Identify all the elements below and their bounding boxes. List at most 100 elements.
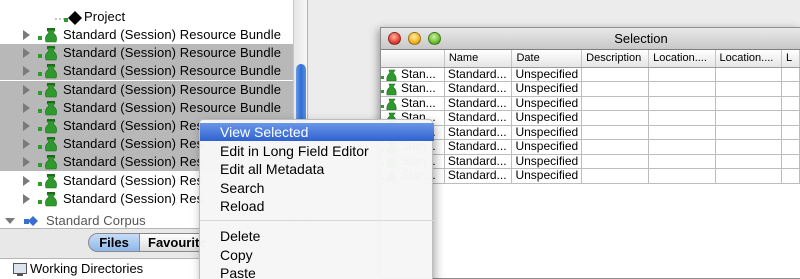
- tree-row-project[interactable]: Project: [0, 8, 293, 26]
- tree-row-label: Standard (Session) Res: [63, 154, 204, 170]
- cell-location-1: [648, 81, 716, 97]
- cell-description: [581, 96, 650, 111]
- tree-row-label: Standard (Session) Resource Bundle: [63, 27, 282, 42]
- disclosure-triangle-icon[interactable]: [23, 157, 30, 168]
- cell-location-1: [648, 154, 716, 169]
- column-header-description[interactable]: Description: [581, 50, 650, 68]
- column-header-type[interactable]: [381, 50, 445, 68]
- cell-name: Standard...: [444, 67, 513, 82]
- resource-bundle-icon: [381, 69, 397, 81]
- cell-description: [581, 81, 650, 97]
- tree-row-bundle[interactable]: Standard (Session) Resource Bundle: [0, 26, 293, 44]
- cell-description: [581, 67, 650, 82]
- disclosure-triangle-icon[interactable]: [23, 48, 30, 59]
- computer-icon: [13, 263, 27, 276]
- project-label: Project: [84, 9, 126, 24]
- resource-bundle-icon: [38, 64, 57, 79]
- resource-bundle-icon: [38, 119, 57, 134]
- cell-name: Standard...: [444, 168, 513, 184]
- menu-item-view-selected[interactable]: View Selected: [200, 123, 434, 141]
- menu-item-edit-long-field[interactable]: Edit in Long Field Editor: [200, 142, 434, 160]
- disclosure-triangle-icon[interactable]: [23, 139, 30, 150]
- project-icon: [55, 11, 82, 25]
- cell-date: Unspecified: [511, 168, 583, 184]
- cell-description: [581, 125, 650, 140]
- cell-location-1: [648, 168, 716, 184]
- cell-name: Standard...: [444, 125, 513, 140]
- cell-type: Stan...: [381, 96, 445, 111]
- cell-date: Unspecified: [511, 67, 583, 82]
- resource-bundle-icon: [38, 191, 57, 207]
- menu-item-delete[interactable]: Delete: [200, 227, 434, 245]
- cell-location-1: [648, 96, 716, 111]
- tree-row-label: Standard (Session) Resource Bundle: [63, 63, 282, 79]
- selection-table[interactable]: Name Date Description Location.... Locat…: [381, 50, 800, 184]
- disclosure-triangle-icon[interactable]: [23, 193, 30, 204]
- corpus-icon: [24, 216, 38, 226]
- disclosure-triangle-icon[interactable]: [23, 102, 30, 113]
- disclosure-triangle-icon[interactable]: [23, 121, 30, 131]
- tree-row-label: Standard (Session) Resource Bundle: [63, 45, 282, 61]
- resource-bundle-icon: [38, 137, 57, 152]
- menu-item-paste[interactable]: Paste: [200, 264, 434, 279]
- tree-row-bundle[interactable]: Standard (Session) Resource Bundle: [0, 44, 293, 63]
- window-titlebar[interactable]: Selection: [381, 28, 800, 50]
- tree-row-bundle[interactable]: Standard (Session) Resource Bundle: [0, 80, 293, 99]
- cell-more: [781, 168, 800, 184]
- chevron-down-icon[interactable]: [5, 218, 15, 224]
- cell-location-1: [648, 67, 716, 82]
- tree-row-label: Standard (Session) Resource Bundle: [63, 99, 282, 115]
- disclosure-triangle-icon[interactable]: [23, 30, 30, 40]
- menu-item-edit-all-metadata[interactable]: Edit all Metadata: [200, 160, 434, 178]
- tree-row-label: Standard (Session) Res: [63, 136, 204, 152]
- selection-window[interactable]: Selection Name Date Description Location…: [380, 27, 800, 279]
- cell-location-2: [715, 67, 782, 82]
- column-header-location-2[interactable]: Location....: [715, 50, 782, 68]
- column-header-more[interactable]: L: [781, 50, 800, 68]
- cell-location-2: [715, 154, 782, 169]
- cell-location-2: [715, 125, 782, 140]
- cell-location-2: [715, 110, 782, 126]
- cell-description: [581, 168, 650, 184]
- cell-name: Standard...: [444, 81, 513, 97]
- resource-bundle-icon: [381, 83, 397, 96]
- tree-row-bundle[interactable]: Standard (Session) Resource Bundle: [0, 62, 293, 81]
- menu-item-reload[interactable]: Reload: [200, 197, 434, 215]
- cell-name: Standard...: [444, 154, 513, 169]
- cell-type-text: Stan...: [401, 81, 436, 96]
- cell-name: Standard...: [444, 139, 513, 155]
- column-header-name[interactable]: Name: [444, 50, 513, 68]
- cell-location-2: [715, 96, 782, 111]
- cell-location-2: [715, 168, 782, 184]
- menu-item-copy[interactable]: Copy: [200, 246, 434, 264]
- cell-name: Standard...: [444, 110, 513, 126]
- menu-item-search[interactable]: Search: [200, 179, 434, 197]
- cell-description: [581, 110, 650, 126]
- tab-files[interactable]: Files: [88, 233, 140, 252]
- context-menu: View Selected Edit in Long Field Editor …: [199, 119, 434, 279]
- cell-type-text: Stan...: [401, 96, 436, 110]
- table-row[interactable]: Stan...Standard...Unspecified: [381, 96, 800, 111]
- disclosure-triangle-icon[interactable]: [23, 66, 30, 77]
- disclosure-triangle-icon[interactable]: [23, 175, 30, 186]
- table-row[interactable]: Stan...Standard...Unspecified: [381, 67, 800, 82]
- cell-date: Unspecified: [511, 139, 583, 155]
- table-row[interactable]: Stan...Standard...Unspecified: [381, 81, 800, 97]
- cell-name: Standard...: [444, 96, 513, 111]
- column-header-location-1[interactable]: Location....: [648, 50, 716, 68]
- table-row[interactable]: Stan...Standard...Unspecified: [381, 139, 800, 155]
- table-row[interactable]: Stan...Standard...Unspecified: [381, 125, 800, 140]
- cell-location-1: [648, 139, 716, 155]
- table-row[interactable]: Stan...Standard...Unspecified: [381, 154, 800, 169]
- cell-more: [781, 154, 800, 169]
- window-title-container: Selection: [381, 31, 800, 46]
- cell-description: [581, 154, 650, 169]
- resource-bundle-icon: [38, 155, 57, 170]
- column-header-date[interactable]: Date: [511, 50, 583, 68]
- table-row[interactable]: Stan...Standard...Unspecified: [381, 110, 800, 126]
- disclosure-triangle-icon[interactable]: [23, 84, 30, 95]
- cell-type: Stan...: [381, 67, 445, 82]
- tree-row-bundle[interactable]: Standard (Session) Resource Bundle: [0, 98, 293, 117]
- resource-bundle-icon: [38, 82, 57, 97]
- table-row[interactable]: Stan...Standard...Unspecified: [381, 168, 800, 184]
